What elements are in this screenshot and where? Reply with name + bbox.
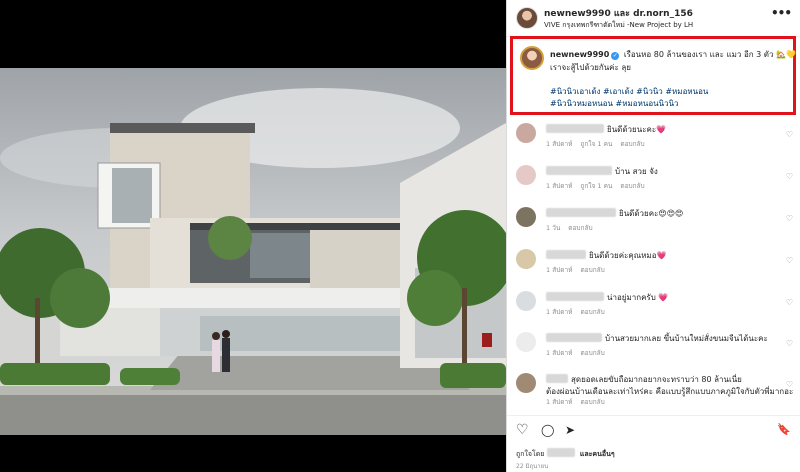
post-date: 22 มิถุนายน (516, 463, 549, 470)
post-actions: ♡ ◯ ➤ 🔖 ถูกใจโดย และคนอื่นๆ 22 มิถุนายน (507, 415, 800, 472)
comment-meta: 1 สัปดาห์ ตอบกลับ (546, 307, 613, 317)
comment-text: ยินดีด้วยค่ะคุณหมอ💗 (589, 251, 667, 260)
comment-like-heart-icon[interactable]: ♡ (786, 298, 793, 307)
more-options-icon[interactable]: ••• (771, 6, 792, 20)
comment-meta: 1 สัปดาห์ ถูกใจ 1 คน ตอบกลับ (546, 139, 653, 149)
avatar[interactable] (516, 7, 538, 29)
comment-time: 1 สัปดาห์ (546, 140, 573, 148)
comment-item: น่าอยู่มากครับ 💗 1 สัปดาห์ ตอบกลับ ♡ (507, 285, 800, 327)
comment-like-heart-icon[interactable]: ♡ (786, 172, 793, 181)
post-media[interactable] (0, 0, 506, 472)
comment-avatar[interactable] (516, 291, 536, 311)
comment-item: บ้าน สวย จัง 1 สัปดาห์ ถูกใจ 1 คน ตอบกลับ ♡ (507, 159, 800, 201)
blurred-username[interactable] (546, 124, 604, 133)
comment-meta: 1 วัน ตอบกลับ (546, 223, 601, 233)
liked-by-prefix: ถูกใจโดย (516, 450, 545, 458)
blurred-username (546, 448, 575, 457)
reply-button[interactable]: ตอบกลับ (580, 308, 604, 316)
comment-body: บ้านสวยมากเลย ขึ้นบ้านใหม่สั่งขนมจีนได้น… (546, 333, 768, 345)
comment-item: ยินดีด้วยคะ😍😍😍 1 วัน ตอบกลับ ♡ (507, 201, 800, 243)
reply-button[interactable]: ตอบกลับ (620, 140, 644, 148)
caption-hashtags-2[interactable]: #นิวนิวหมอหนอน #หมอหนอนนิวนิว (550, 97, 679, 110)
comment-body: สุดยอดเลยขับถือมากอยากจะทราบว่า 80 ล้านเ… (546, 374, 793, 398)
blurred-username[interactable] (546, 166, 612, 175)
reply-button[interactable]: ตอบกลับ (620, 182, 644, 190)
reply-button[interactable]: ตอบกลับ (580, 266, 604, 274)
comment-text: สุดยอดเลยขับถือมากอยากจะทราบว่า 80 ล้านเ… (571, 375, 742, 384)
comment-icon[interactable]: ◯ (541, 423, 554, 437)
save-bookmark-icon[interactable]: 🔖 (777, 423, 791, 437)
comment-avatar[interactable] (516, 165, 536, 185)
verified-badge-icon: ✓ (611, 52, 620, 60)
caption-avatar[interactable] (520, 46, 544, 70)
comment-likes[interactable]: ถูกใจ 1 คน (580, 182, 612, 190)
post-header: newnew9990 และ dr.norn_156 VIVE กรุงเทพก… (507, 0, 800, 37)
comment-body: ยินดีด้วยคะ😍😍😍 (546, 208, 683, 220)
blurred-username[interactable] (546, 292, 604, 301)
comment-avatar[interactable] (516, 249, 536, 269)
comment-time: 1 สัปดาห์ (546, 266, 573, 274)
comment-item: สุดยอดเลยขับถือมากอยากจะทราบว่า 80 ล้านเ… (507, 367, 800, 409)
comment-like-heart-icon[interactable]: ♡ (786, 214, 793, 223)
post-side-panel: newnew9990 และ dr.norn_156 VIVE กรุงเทพก… (506, 0, 800, 472)
comment-like-heart-icon[interactable]: ♡ (786, 130, 793, 139)
caption-text-2: เราจะสู้ไปด้วยกันค่ะ ลุย (550, 63, 631, 72)
comment-text: ยินดีด้วยคะ😍😍😍 (619, 209, 684, 218)
house-illustration (0, 68, 506, 435)
comment-body: บ้าน สวย จัง (546, 166, 658, 178)
comment-avatar[interactable] (516, 207, 536, 227)
comment-like-heart-icon[interactable]: ♡ (786, 256, 793, 265)
caption-username[interactable]: newnew9990 (550, 50, 609, 59)
caption-line-1: newnew9990 ✓ เรือนหอ 80 ล้านของเรา และ แม… (550, 48, 796, 61)
caption-text-1: เรือนหอ 80 ล้านของเรา และ แมว อีก 3 ตัว … (623, 50, 796, 59)
comment-time: 1 สัปดาห์ (546, 398, 573, 406)
reply-button[interactable]: ตอบกลับ (568, 224, 592, 232)
comment-meta: 1 สัปดาห์ ตอบกลับ (546, 265, 613, 275)
blurred-username[interactable] (546, 333, 602, 342)
comment-time: 1 สัปดาห์ (546, 349, 573, 357)
comment-meta: 1 สัปดาห์ ถูกใจ 1 คน ตอบกลับ (546, 181, 653, 191)
comment-meta: 1 สัปดาห์ ตอบกลับ (546, 348, 613, 358)
comment-item: บ้านสวยมากเลย ขึ้นบ้านใหม่สั่งขนมจีนได้น… (507, 326, 800, 368)
like-heart-icon[interactable]: ♡ (516, 423, 529, 437)
header-location[interactable]: VIVE กรุงเทพกรีฑาตัดใหม่ -New Project by… (544, 20, 693, 31)
comment-item: ยินดีด้วยนะคะ💗 1 สัปดาห์ ถูกใจ 1 คน ตอบกลับ… (507, 117, 800, 159)
comment-avatar[interactable] (516, 123, 536, 143)
caption-highlight: newnew9990 ✓ เรือนหอ 80 ล้านของเรา และ แม… (510, 36, 796, 115)
share-icon[interactable]: ➤ (565, 423, 575, 437)
liked-by-suffix: และคนอื่นๆ (579, 450, 615, 458)
header-usernames[interactable]: newnew9990 และ dr.norn_156 (544, 6, 693, 20)
comment-avatar[interactable] (516, 332, 536, 352)
comment-body: ยินดีด้วยนะคะ💗 (546, 124, 666, 136)
blurred-username[interactable] (546, 374, 568, 383)
comment-meta: 1 สัปดาห์ ตอบกลับ (546, 397, 613, 407)
comment-text: น่าอยู่มากครับ 💗 (607, 293, 669, 302)
liked-by-line[interactable]: ถูกใจโดย และคนอื่นๆ (516, 448, 615, 460)
comment-like-heart-icon[interactable]: ♡ (786, 339, 793, 348)
comment-likes[interactable]: ถูกใจ 1 คน (580, 140, 612, 148)
comment-text-cont: ต้องผ่อนบ้านเดือนละเท่าไหร่คะ คือแบบรู้ส… (546, 387, 794, 396)
comment-body: ยินดีด้วยค่ะคุณหมอ💗 (546, 250, 666, 262)
comment-time: 1 สัปดาห์ (546, 182, 573, 190)
comment-item: ยินดีด้วยค่ะคุณหมอ💗 1 สัปดาห์ ตอบกลับ ♡ (507, 243, 800, 285)
comment-time: 1 สัปดาห์ (546, 308, 573, 316)
reply-button[interactable]: ตอบกลับ (580, 349, 604, 357)
blurred-username[interactable] (546, 208, 616, 217)
comment-time: 1 วัน (546, 224, 561, 232)
comment-text: บ้านสวยมากเลย ขึ้นบ้านใหม่สั่งขนมจีนได้น… (605, 334, 768, 343)
house-photo[interactable] (0, 68, 506, 435)
comment-body: น่าอยู่มากครับ 💗 (546, 292, 668, 304)
comment-text: บ้าน สวย จัง (615, 167, 658, 176)
comment-avatar[interactable] (516, 373, 536, 393)
comment-text: ยินดีด้วยนะคะ💗 (607, 125, 667, 134)
reply-button[interactable]: ตอบกลับ (580, 398, 604, 406)
blurred-username[interactable] (546, 250, 586, 259)
comment-like-heart-icon[interactable]: ♡ (786, 380, 793, 389)
